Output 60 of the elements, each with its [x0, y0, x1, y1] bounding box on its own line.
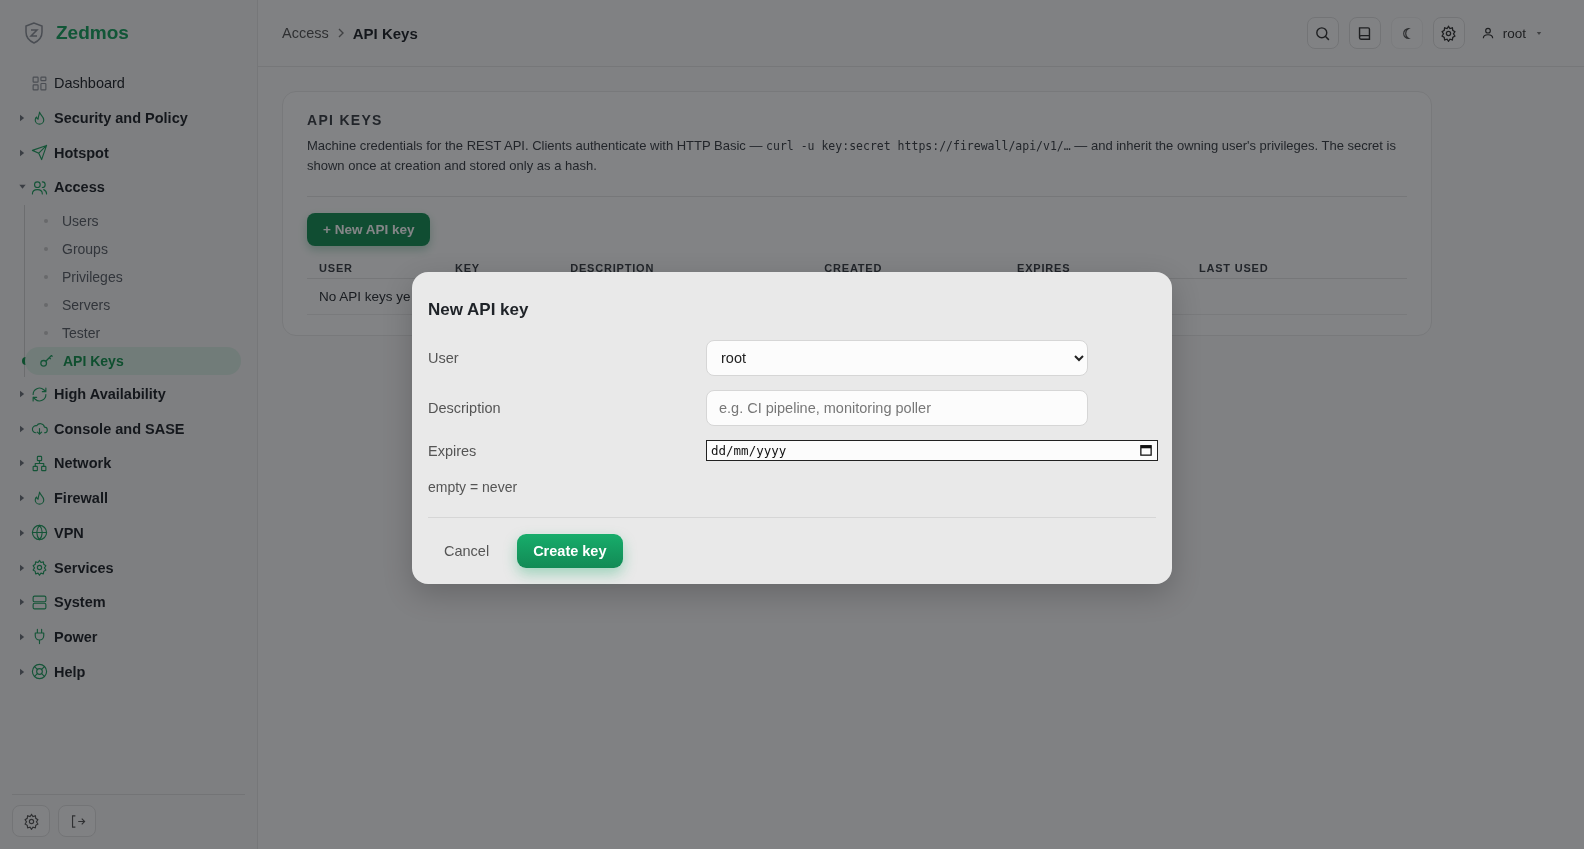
nav-item[interactable]: Hotspot	[12, 135, 245, 171]
grid-icon	[31, 74, 48, 92]
nav-subitem[interactable]: Tester	[25, 318, 241, 347]
gear-icon	[1440, 24, 1458, 42]
field-label: User	[428, 350, 460, 366]
key-icon	[38, 352, 55, 370]
search-button[interactable]	[1306, 17, 1339, 49]
user-menu[interactable]: root	[1474, 21, 1548, 45]
breadcrumb-link[interactable]: Access	[282, 25, 329, 41]
nav-item[interactable]: Power	[12, 619, 245, 655]
globe-icon	[31, 524, 48, 542]
logout-button[interactable]	[58, 805, 96, 837]
users-icon	[31, 178, 48, 196]
search-icon	[1314, 24, 1332, 42]
nav-item[interactable]: High Availability	[12, 376, 245, 412]
calendar-icon[interactable]	[1140, 444, 1152, 456]
date-field[interactable]: dd/mm/yyyy	[706, 440, 1158, 461]
nav-item[interactable]: Help	[12, 654, 245, 689]
settings-button[interactable]	[12, 805, 50, 837]
book-button[interactable]	[1348, 17, 1381, 49]
server-icon	[31, 593, 48, 611]
nav-item[interactable]: Services	[12, 550, 245, 585]
nav-subitem[interactable]: Groups	[25, 234, 241, 263]
new-api-key-button[interactable]: + New API key	[307, 213, 431, 246]
card-title: API KEYS	[307, 112, 384, 128]
moon-button[interactable]	[1390, 17, 1423, 49]
nav-item[interactable]: System	[12, 584, 245, 620]
lifebuoy-icon	[31, 663, 48, 681]
cloud-download-icon	[31, 420, 48, 438]
cancel-button[interactable]: Cancel	[444, 535, 490, 567]
column-header: LAST USED	[1186, 252, 1407, 279]
field-label: Description	[428, 400, 502, 416]
brand-name: Zedmos	[56, 22, 129, 44]
description-text: Machine credentials for the REST API. Clients authenticate with HTTP Basic — curl -u key:secret https://firewall/api/v1/… — and inherit the owning user's privileges. The secret is shown once at creation and stored only as a hash.	[307, 137, 1397, 175]
nav-item[interactable]: Network	[12, 446, 245, 481]
nav-item[interactable]: Access	[12, 170, 245, 205]
network-icon	[31, 454, 48, 472]
user-select[interactable]: root	[706, 340, 1088, 376]
settings-button[interactable]	[1432, 17, 1465, 49]
nav-item[interactable]: Firewall	[12, 480, 245, 516]
nav-subitem[interactable]: Users	[25, 206, 241, 235]
nav-subitem[interactable]: Privileges	[25, 262, 241, 291]
user-icon	[1480, 26, 1495, 40]
caret-icon	[1536, 30, 1542, 36]
nav-subitem[interactable]: Servers	[25, 290, 241, 319]
paper-plane-icon	[31, 144, 48, 162]
gear-icon	[31, 559, 48, 577]
shield-logo-icon	[22, 19, 46, 47]
gear-icon	[22, 812, 40, 830]
field-label: Expires	[428, 442, 478, 459]
nav-item[interactable]: VPN	[12, 515, 245, 551]
nav-item[interactable]: Security and Policy	[12, 100, 245, 136]
nav-item[interactable]: Dashboard	[12, 66, 245, 101]
sync-icon	[31, 385, 48, 403]
nav-item[interactable]: Console and SASE	[12, 411, 245, 447]
description-field[interactable]: e.g. CI pipeline, monitoring poller	[706, 390, 1088, 426]
create-key-button[interactable]: Create key	[517, 534, 623, 568]
field-hint: empty = never	[428, 479, 519, 495]
chevron-icon	[336, 27, 345, 39]
breadcrumb-current: API Keys	[352, 24, 418, 42]
